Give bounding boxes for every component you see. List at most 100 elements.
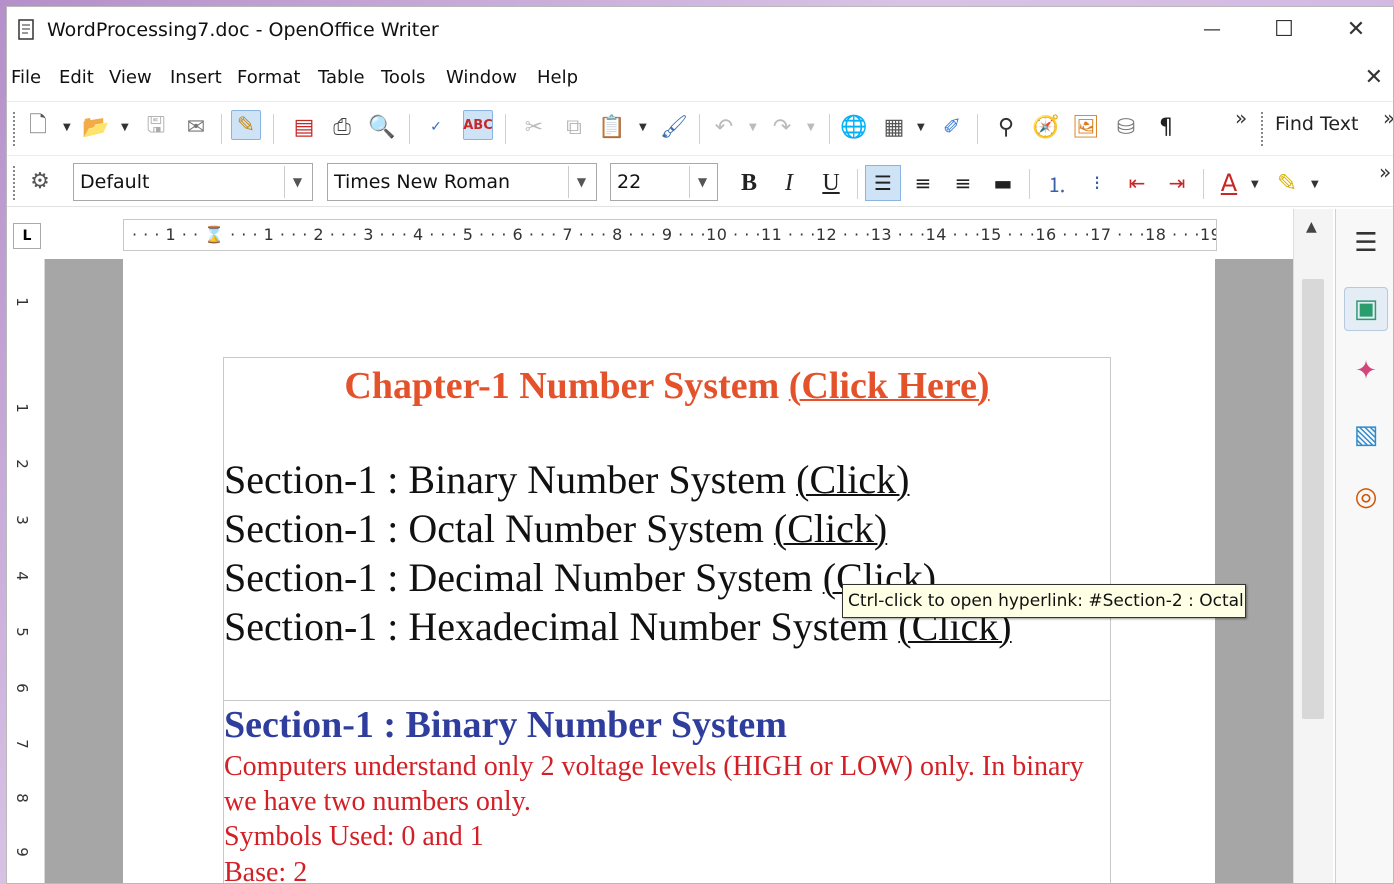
open-folder-icon[interactable]: 📂 xyxy=(81,112,111,142)
gallery-icon[interactable]: 🖼 xyxy=(1071,112,1101,142)
menu-insert[interactable]: Insert xyxy=(170,67,222,88)
toc-text: Section-1 : Hexadecimal Number System xyxy=(224,604,899,649)
minimize-button[interactable]: — xyxy=(1177,7,1247,51)
font-color-dropdown-icon[interactable]: ▼ xyxy=(1251,179,1259,190)
table-icon[interactable]: ▦ xyxy=(879,112,909,142)
paste-dropdown-icon[interactable]: ▼ xyxy=(639,122,647,133)
print-icon[interactable]: ⎙ xyxy=(327,112,357,142)
paste-icon[interactable]: 📋 xyxy=(597,112,627,142)
font-color-icon[interactable]: A xyxy=(1211,165,1247,201)
toolbar-grip[interactable] xyxy=(13,112,16,146)
hyperlink-icon[interactable]: 🌐 xyxy=(839,112,869,142)
toolbar-separator xyxy=(1029,169,1030,199)
paragraph-style-select[interactable]: Default ▼ xyxy=(73,163,313,201)
navigator-icon[interactable]: 🧭 xyxy=(1031,112,1061,142)
data-sources-icon[interactable]: ⛁ xyxy=(1111,112,1141,142)
vruler-mark: 3 xyxy=(12,515,31,525)
edit-file-icon[interactable]: ✎ xyxy=(231,110,261,140)
chevron-down-icon[interactable]: ▼ xyxy=(284,166,310,198)
gallery-sidebar-icon[interactable]: ▧ xyxy=(1344,413,1388,457)
styles-icon[interactable]: ✦ xyxy=(1344,349,1388,393)
menu-table[interactable]: Table xyxy=(318,67,365,88)
decrease-indent-icon[interactable]: ⇤ xyxy=(1119,165,1155,201)
formatting-marks-icon[interactable]: ¶ xyxy=(1151,112,1181,142)
sidebar-menu-icon[interactable]: ☰ xyxy=(1344,221,1388,265)
export-pdf-icon[interactable]: ▤ xyxy=(289,112,319,142)
font-name-select[interactable]: Times New Roman ▼ xyxy=(327,163,597,201)
font-size-select[interactable]: 22 ▼ xyxy=(610,163,718,201)
menu-window[interactable]: Window xyxy=(446,67,517,88)
table-dropdown-icon[interactable]: ▼ xyxy=(917,122,925,133)
find-replace-icon[interactable]: ⚲ xyxy=(991,112,1021,142)
menu-tools[interactable]: Tools xyxy=(381,67,425,88)
increase-indent-icon[interactable]: ⇥ xyxy=(1159,165,1195,201)
toolbar-grip[interactable] xyxy=(13,166,16,200)
document-area: Chapter-1 Number System (Click Here) Sec… xyxy=(45,259,1293,883)
redo-dropdown-icon[interactable]: ▼ xyxy=(807,122,815,133)
justify-icon[interactable]: ▬ xyxy=(985,165,1021,201)
toc-link-octal[interactable]: (Click) xyxy=(774,506,887,551)
underline-button[interactable]: U xyxy=(813,165,849,201)
toolbar-grip[interactable] xyxy=(1261,112,1264,146)
toolbar-overflow-icon[interactable]: » xyxy=(1235,106,1247,130)
close-icon: ✕ xyxy=(1346,16,1366,42)
menu-format[interactable]: Format xyxy=(237,67,300,88)
undo-dropdown-icon[interactable]: ▼ xyxy=(749,122,757,133)
show-draw-functions-icon[interactable]: ✐ xyxy=(937,112,967,142)
chevron-down-icon[interactable]: ▼ xyxy=(568,166,594,198)
find-toolbar-overflow-icon[interactable]: » xyxy=(1383,106,1393,130)
highlighting-icon[interactable]: ✎ xyxy=(1269,165,1305,201)
horizontal-ruler[interactable]: · · · 1 · · ⌛ · · · 1 · · · 2 · · · 3 · … xyxy=(123,219,1217,251)
close-button[interactable]: ✕ xyxy=(1321,7,1391,51)
spellcheck-icon[interactable]: ✓ xyxy=(421,112,451,142)
italic-button[interactable]: I xyxy=(771,165,807,201)
properties-icon[interactable]: ▣ xyxy=(1344,287,1388,331)
font-size-value: 22 xyxy=(617,171,642,193)
menu-bar: File Edit View Insert Format Table Tools… xyxy=(7,59,1393,95)
maximize-button[interactable]: ☐ xyxy=(1249,7,1319,51)
autospellcheck-icon[interactable]: ABC xyxy=(463,110,493,140)
toolbar-separator xyxy=(699,114,700,144)
menu-edit[interactable]: Edit xyxy=(59,67,94,88)
redo-icon[interactable]: ↷ xyxy=(767,112,797,142)
chapter-link[interactable]: (Click Here) xyxy=(789,365,990,407)
menu-file[interactable]: File xyxy=(11,67,41,88)
clone-formatting-icon[interactable]: 🖌 xyxy=(659,112,689,142)
menu-view[interactable]: View xyxy=(109,67,152,88)
open-dropdown-icon[interactable]: ▼ xyxy=(121,122,129,133)
toc-line-octal: Section-1 : Octal Number System (Click) xyxy=(224,505,887,552)
title-bar: WordProcessing7.doc - OpenOffice Writer … xyxy=(7,7,1393,53)
styles-formatting-icon[interactable]: ⚙ xyxy=(25,166,55,196)
vruler-mark: 1 xyxy=(12,403,31,413)
align-right-icon[interactable]: ≡ xyxy=(945,165,981,201)
navigator-sidebar-icon[interactable]: ◎ xyxy=(1344,475,1388,519)
page-preview-icon[interactable]: 🔍 xyxy=(367,112,397,142)
vruler-mark: 6 xyxy=(12,683,31,693)
highlighting-dropdown-icon[interactable]: ▼ xyxy=(1311,179,1319,190)
undo-icon[interactable]: ↶ xyxy=(709,112,739,142)
copy-icon[interactable]: ⧉ xyxy=(559,112,589,142)
find-text-field[interactable]: Find Text xyxy=(1275,113,1358,135)
scroll-up-icon[interactable]: ▲ xyxy=(1306,219,1317,235)
new-dropdown-icon[interactable]: ▼ xyxy=(63,122,71,133)
chevron-down-icon[interactable]: ▼ xyxy=(689,166,715,198)
save-icon[interactable]: 🖫 xyxy=(141,112,171,142)
bold-button[interactable]: B xyxy=(731,165,767,201)
email-icon[interactable]: ✉ xyxy=(181,112,211,142)
tab-stop-selector[interactable]: L xyxy=(13,223,41,249)
cut-icon[interactable]: ✂ xyxy=(519,112,549,142)
align-center-icon[interactable]: ≡ xyxy=(905,165,941,201)
numbering-icon[interactable]: ⒈ xyxy=(1039,165,1075,201)
scrollbar-thumb[interactable] xyxy=(1302,279,1324,719)
close-document-icon[interactable]: ✕ xyxy=(1365,65,1383,90)
vertical-ruler[interactable]: 1 1 2 3 4 5 6 7 8 9 xyxy=(7,259,45,883)
align-left-icon[interactable]: ☰ xyxy=(865,165,901,201)
vruler-mark: 2 xyxy=(12,459,31,469)
formatting-overflow-icon[interactable]: » xyxy=(1379,160,1391,184)
menu-help[interactable]: Help xyxy=(537,67,578,88)
document-page[interactable]: Chapter-1 Number System (Click Here) Sec… xyxy=(123,259,1215,883)
new-document-icon[interactable]: 🗋 xyxy=(23,112,53,142)
toc-link-binary[interactable]: (Click) xyxy=(796,457,909,502)
bullets-icon[interactable]: ⁝ xyxy=(1079,165,1115,201)
vertical-scrollbar[interactable]: ▲ xyxy=(1293,209,1333,883)
